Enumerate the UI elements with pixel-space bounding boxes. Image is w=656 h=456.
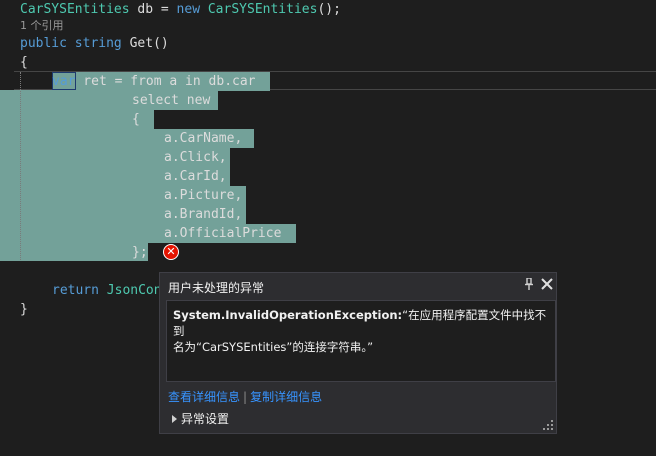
code-line-prop: a.CarId, bbox=[164, 169, 227, 184]
code-line-close-brace: } bbox=[20, 302, 28, 317]
exception-settings-label: 异常设置 bbox=[181, 412, 230, 426]
expand-triangle-icon bbox=[172, 414, 177, 423]
code-line-open-brace: { bbox=[20, 55, 28, 70]
close-icon[interactable] bbox=[541, 278, 553, 290]
link-separator: | bbox=[243, 390, 248, 404]
codelens-references[interactable]: 1 个引用 bbox=[20, 18, 64, 34]
code-line-prop: a.Picture, bbox=[164, 188, 243, 203]
code-line-anon-close: }; bbox=[132, 245, 148, 260]
exception-message: System.InvalidOperationException:“在应用程序配… bbox=[166, 300, 556, 382]
resize-grip-icon[interactable] bbox=[543, 420, 553, 430]
code-line-select-new: select new bbox=[132, 93, 211, 108]
code-line-return: return JsonCon bbox=[52, 283, 162, 298]
detail-links: 查看详细信息 | 复制详细信息 bbox=[168, 388, 322, 405]
exception-settings-toggle[interactable]: 异常设置 bbox=[172, 410, 229, 427]
exception-type: System.InvalidOperationException: bbox=[173, 308, 403, 322]
copy-details-link[interactable]: 复制详细信息 bbox=[250, 390, 322, 404]
code-line-prop: a.Click, bbox=[164, 150, 227, 165]
selection-line-3 bbox=[148, 110, 154, 129]
indent-guide bbox=[20, 72, 21, 260]
code-line-query: var ret = from a in db.car bbox=[52, 74, 256, 89]
pin-icon[interactable] bbox=[524, 278, 534, 290]
exception-text-2: 名为“CarSYSEntities”的连接字符串。” bbox=[173, 340, 374, 354]
code-line-prop: a.CarName, bbox=[164, 131, 243, 146]
exception-popup: 用户未处理的异常 System.InvalidOperationExceptio… bbox=[159, 272, 557, 434]
error-circle-icon[interactable]: ✕ bbox=[163, 244, 179, 260]
popup-title: 用户未处理的异常 bbox=[168, 281, 265, 295]
code-line-1: CarSYSEntities db = new CarSYSEntities()… bbox=[20, 2, 341, 17]
view-details-link[interactable]: 查看详细信息 bbox=[168, 390, 240, 404]
code-line-prop: a.OfficialPrice bbox=[164, 226, 282, 241]
code-line-3: public string Get() bbox=[20, 36, 169, 51]
code-line-anon-open: { bbox=[132, 112, 140, 127]
code-line-prop: a.BrandId, bbox=[164, 207, 243, 222]
selection-block bbox=[0, 90, 148, 261]
